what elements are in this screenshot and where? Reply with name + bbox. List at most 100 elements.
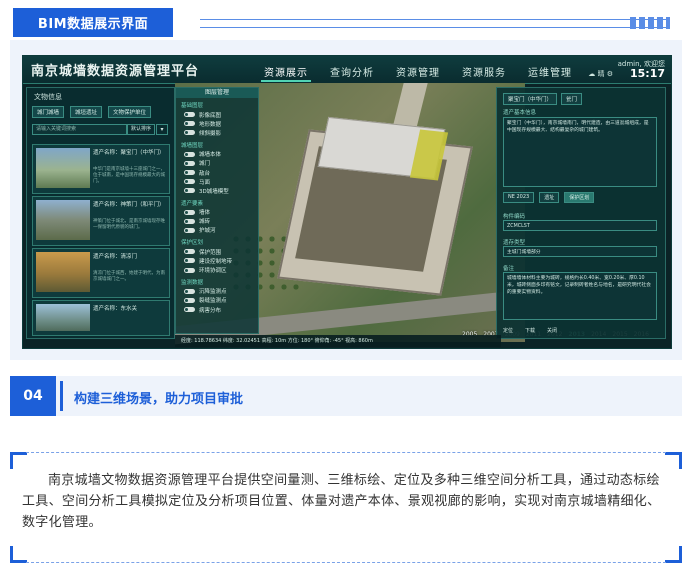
layer-item[interactable]: 护城河 — [176, 226, 258, 235]
user-icon[interactable]: ⚙ — [607, 70, 613, 78]
layer-label: 城砖 — [199, 219, 211, 226]
heritage-list-panel: 文物信息 城门城墙 城垣遗址 文物保护单位 请输入关键词搜索 默认排序 ▾ 遗产… — [26, 87, 175, 339]
layer-item[interactable]: 病害分布 — [176, 305, 258, 314]
layer-toggle[interactable] — [184, 160, 195, 166]
heritage-card[interactable]: 遗产名称：清凉门 清凉门位于城西，始建于明代，为南京城墙城门之一。 — [32, 248, 170, 298]
layer-toggle[interactable] — [184, 288, 195, 294]
chip-active[interactable]: 保护区划 — [564, 192, 595, 203]
layer-toggle[interactable] — [184, 209, 195, 215]
tab-walls-gates[interactable]: 城门城墙 — [32, 106, 65, 118]
detail-panel: 聚宝门（中华门） 瓮门 遗产基本信息 聚宝门（中华门），南京城墙南门，明代建造，… — [496, 87, 666, 339]
heritage-thumbnail — [36, 252, 90, 292]
category-tabs: 城门城墙 城垣遗址 文物保护单位 — [32, 106, 157, 118]
app-header: 南京城墙数据资源管理平台 资源展示 查询分析 资源管理 资源服务 运维管理 ☁ … — [23, 56, 671, 84]
layer-item[interactable]: 地形数据 — [176, 119, 258, 128]
code-field[interactable]: ZCMCLST — [503, 220, 657, 231]
sort-toggle-button[interactable]: ▾ — [156, 124, 168, 135]
layer-item[interactable]: 建设控制地带 — [176, 256, 258, 265]
type-label: 遗存类型 — [503, 240, 526, 246]
nav-resource-management[interactable]: 资源管理 — [393, 63, 443, 82]
layer-item[interactable]: 保护范围 — [176, 247, 258, 256]
layer-toggle[interactable] — [184, 112, 195, 118]
layer-toggle[interactable] — [184, 179, 195, 185]
nav-resource-display[interactable]: 资源展示 — [261, 63, 311, 82]
layer-section-title: 监测数据 — [181, 279, 204, 286]
nav-operations[interactable]: 运维管理 — [525, 63, 575, 82]
layer-item[interactable]: 城门 — [176, 159, 258, 168]
heritage-card-title: 遗产名称：东水关 — [93, 306, 138, 312]
intro-label: 遗产基本信息 — [503, 110, 537, 116]
tab-protected-units[interactable]: 文物保护单位 — [108, 106, 152, 118]
layer-toggle[interactable] — [184, 227, 195, 233]
download-button[interactable]: 下载 — [525, 327, 535, 334]
layer-toggle[interactable] — [184, 170, 195, 176]
layer-toggle[interactable] — [184, 151, 195, 157]
chip[interactable]: 遗址 — [539, 192, 560, 203]
layer-item[interactable]: 倾斜摄影 — [176, 128, 258, 137]
section-accent-bar — [60, 381, 63, 411]
layer-toggle[interactable] — [184, 267, 195, 273]
panel-actions: 定位 下载 关闭 — [503, 327, 569, 334]
layer-section-title: 保护区划 — [181, 240, 204, 247]
nav-query-analysis[interactable]: 查询分析 — [327, 63, 377, 82]
layer-label: 敌台 — [199, 170, 211, 177]
layer-label: 城墙本体 — [199, 152, 222, 159]
layer-toggle[interactable] — [184, 188, 195, 194]
layer-section-title: 基础图层 — [181, 103, 204, 109]
type-field[interactable]: 主城门城墙部分 — [503, 246, 657, 257]
layer-item[interactable]: 裂缝监测点 — [176, 296, 258, 305]
layer-item[interactable]: 墙体 — [176, 208, 258, 217]
heritage-card[interactable]: 遗产名称：东水关 — [32, 300, 170, 336]
nav-resource-service[interactable]: 资源服务 — [459, 63, 509, 82]
layer-toggle[interactable] — [184, 297, 195, 303]
search-input[interactable]: 请输入关键词搜索 — [32, 124, 127, 135]
tab-wall-ruins[interactable]: 城垣遗址 — [70, 106, 103, 118]
weather-indicator: ☁ 晴 ⚙ — [588, 69, 613, 79]
code-label: 构件编码 — [503, 214, 526, 220]
frame-line — [26, 562, 666, 563]
layer-item[interactable]: 城砖 — [176, 217, 258, 226]
note-field[interactable]: 城墙墙体材料主要为城砖，规格约长0.40米、宽0.20米、厚0.10米，城砖侧面… — [503, 272, 657, 320]
breadcrumb-item[interactable]: 聚宝门（中华门） — [503, 93, 558, 105]
layer-label: 马面 — [199, 179, 211, 186]
header-divider — [200, 17, 670, 29]
layer-toggle[interactable] — [184, 130, 195, 136]
layer-item[interactable]: 城墙本体 — [176, 150, 258, 159]
section-title: 构建三维场景，助力项目审批 — [74, 392, 244, 407]
panel-title: 文物信息 — [34, 93, 62, 101]
section-number: 04 — [10, 376, 56, 416]
description-paragraph: 南京城墙文物数据资源管理平台提供空间量测、三维标绘、定位及多种三维空间分析工具，… — [22, 473, 661, 530]
layer-item[interactable]: 马面 — [176, 177, 258, 186]
layer-item[interactable]: 3D城墙模型 — [176, 186, 258, 195]
heritage-card[interactable]: 遗产名称：聚宝门（中华门） 中华门是南京城墙十三座城门之一，位于城南，是中国现存… — [32, 144, 170, 194]
main-nav: 资源展示 查询分析 资源管理 资源服务 运维管理 — [261, 63, 591, 82]
layer-item[interactable]: 敌台 — [176, 168, 258, 177]
layer-toggle[interactable] — [184, 307, 195, 313]
close-button[interactable]: 关闭 — [547, 327, 557, 334]
status-bar: 经度: 118.78634 纬度: 32.02451 高程: 10m 方位: 1… — [175, 335, 501, 347]
frame-corner — [10, 546, 27, 563]
frame-corner — [665, 452, 682, 469]
chip[interactable]: NE 2023 — [503, 192, 535, 203]
frame-corner — [665, 546, 682, 563]
heritage-card-desc: 清凉门位于城西，始建于明代，为南京城墙城门之一。 — [93, 271, 165, 282]
locate-button[interactable]: 定位 — [503, 327, 513, 334]
layer-label: 沉降监测点 — [199, 289, 227, 296]
sort-select[interactable]: 默认排序 — [127, 124, 155, 135]
layer-toggle[interactable] — [184, 218, 195, 224]
layer-item[interactable]: 沉降监测点 — [176, 287, 258, 296]
heritage-card[interactable]: 遗产名称：神策门（和平门） 神策门位于城北，是南京城墙现存唯一保留明代原貌的城门… — [32, 196, 170, 246]
platform-screenshot: 南京城墙数据资源管理平台 资源展示 查询分析 资源管理 资源服务 运维管理 ☁ … — [22, 55, 672, 349]
layer-toggle[interactable] — [184, 121, 195, 127]
layer-item[interactable]: 环境协调区 — [176, 265, 258, 274]
layer-list: 基础图层 影像底图 地形数据 倾斜摄影 城墙图层 城墙本体 城门 敌台 马面 3D城墙模型 遗产要素… — [176, 101, 258, 314]
breadcrumb-item[interactable]: 瓮门 — [561, 93, 583, 105]
layer-toggle[interactable] — [184, 249, 195, 255]
layer-label: 影像底图 — [199, 112, 222, 119]
layer-label: 建设控制地带 — [199, 258, 233, 265]
clock: 15:17 — [629, 67, 665, 80]
layer-label: 倾斜摄影 — [199, 130, 222, 137]
layer-item[interactable]: 影像底图 — [176, 110, 258, 119]
layer-panel-title: 图层管理 — [176, 88, 258, 98]
layer-toggle[interactable] — [184, 258, 195, 264]
